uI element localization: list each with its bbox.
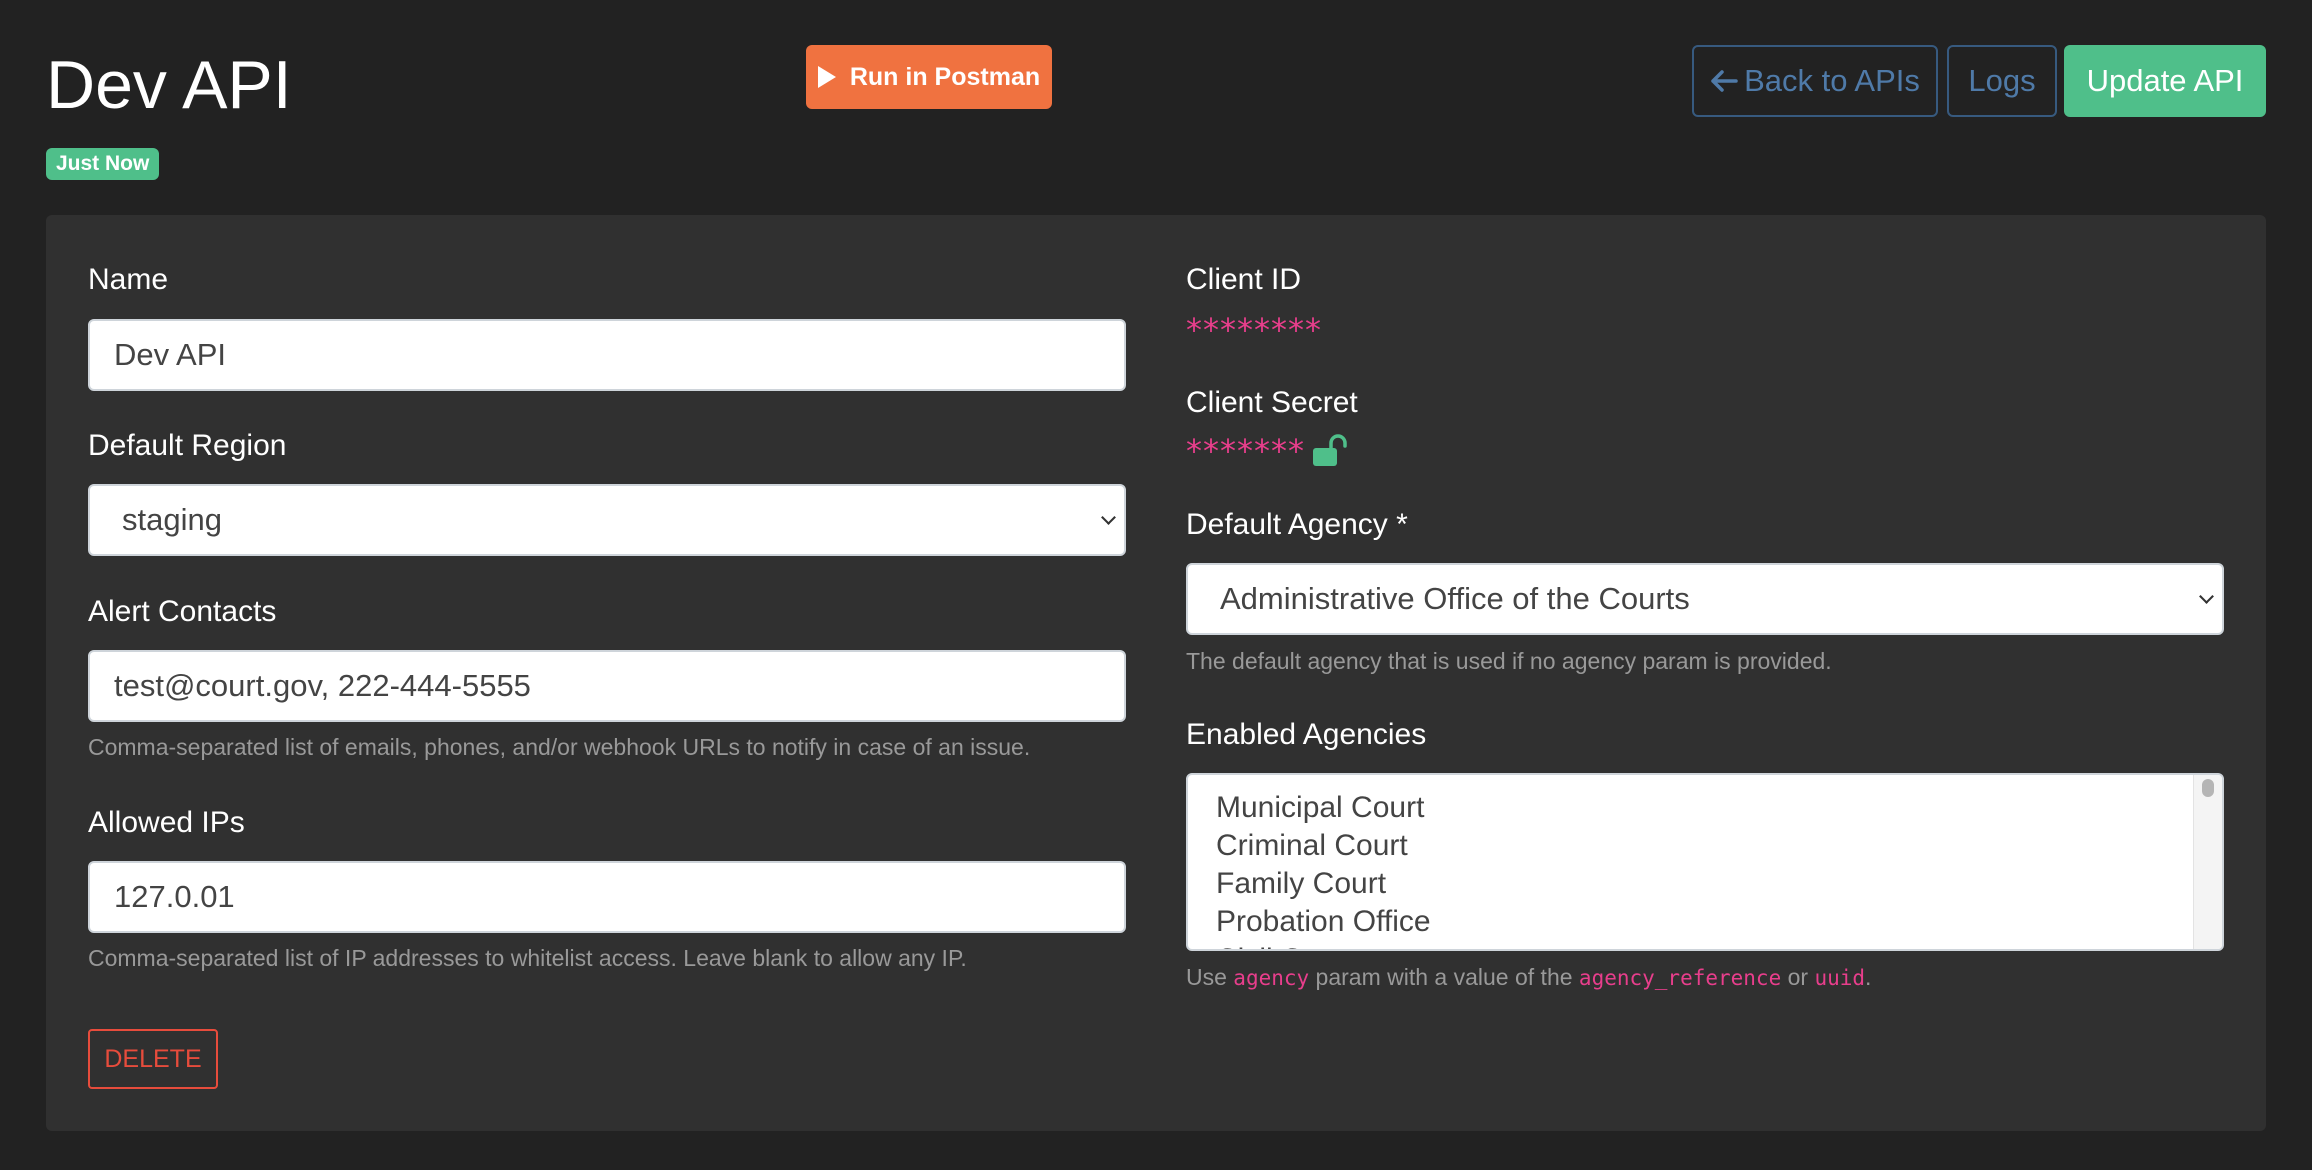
unlock-icon[interactable] bbox=[1311, 434, 1347, 468]
code-uuid: uuid bbox=[1814, 966, 1866, 990]
allowed-ips-help: Comma-separated list of IP addresses to … bbox=[88, 945, 967, 971]
name-input-value: Dev API bbox=[114, 337, 226, 372]
scrollbar-thumb[interactable] bbox=[2202, 779, 2214, 797]
listbox-scrollbar[interactable] bbox=[2193, 775, 2222, 949]
arrow-left-icon bbox=[1710, 69, 1738, 93]
default-agency-select[interactable]: Administrative Office of the Courts bbox=[1186, 563, 2224, 635]
page: Dev API Just Now Run in Postman Back to … bbox=[0, 0, 2312, 1170]
page-title: Dev API bbox=[46, 47, 292, 123]
help-text: param with a value of the bbox=[1309, 964, 1579, 990]
allowed-ips-input[interactable]: 127.0.01 bbox=[88, 861, 1126, 933]
agency-option[interactable]: Family Court bbox=[1216, 865, 1386, 903]
updated-badge: Just Now bbox=[46, 148, 160, 180]
play-icon bbox=[817, 66, 836, 88]
code-agency-reference: agency_reference bbox=[1578, 966, 1782, 990]
default-agency-help: The default agency that is used if no ag… bbox=[1186, 648, 1832, 674]
code-agency: agency bbox=[1233, 966, 1310, 990]
default-agency-label: Default Agency * bbox=[1186, 508, 1408, 541]
help-text: . bbox=[1865, 964, 1872, 990]
run-in-postman-label: Run in Postman bbox=[849, 62, 1041, 91]
allowed-ips-value: 127.0.01 bbox=[114, 879, 235, 914]
agency-option[interactable]: Criminal Court bbox=[1216, 827, 1408, 865]
chevron-down-icon bbox=[2199, 589, 2214, 604]
client-secret-label: Client Secret bbox=[1186, 386, 1358, 419]
default-region-value: staging bbox=[122, 502, 222, 537]
client-id-value: ******** bbox=[1186, 311, 1322, 349]
update-api-button[interactable]: Update API bbox=[2064, 45, 2266, 117]
chevron-down-icon bbox=[1101, 510, 1116, 525]
alert-contacts-input[interactable]: test@court.gov, 222-444-5555 bbox=[88, 650, 1126, 722]
agency-option[interactable]: Municipal Court bbox=[1216, 789, 1424, 827]
alert-contacts-help: Comma-separated list of emails, phones, … bbox=[88, 734, 1031, 760]
alert-contacts-label: Alert Contacts bbox=[88, 595, 277, 628]
delete-button[interactable]: DELETE bbox=[88, 1029, 218, 1089]
default-agency-value: Administrative Office of the Courts bbox=[1220, 581, 1690, 616]
enabled-agencies-label: Enabled Agencies bbox=[1186, 718, 1427, 751]
enabled-agencies-listbox[interactable]: Municipal Court Criminal Court Family Co… bbox=[1186, 773, 2224, 951]
help-text: or bbox=[1781, 964, 1815, 990]
agency-option[interactable]: Civil Court bbox=[1216, 941, 1354, 949]
back-to-apis-button[interactable]: Back to APIs bbox=[1692, 45, 1938, 117]
name-input[interactable]: Dev API bbox=[88, 319, 1126, 391]
logs-button[interactable]: Logs bbox=[1947, 45, 2057, 117]
default-region-select[interactable]: staging bbox=[88, 484, 1126, 556]
agency-option[interactable]: Probation Office bbox=[1216, 903, 1431, 941]
run-in-postman-button[interactable]: Run in Postman bbox=[806, 45, 1052, 109]
name-label: Name bbox=[88, 263, 169, 296]
allowed-ips-label: Allowed IPs bbox=[88, 806, 245, 839]
client-secret-row: ******* bbox=[1186, 431, 1347, 471]
client-id-label: Client ID bbox=[1186, 263, 1302, 296]
default-region-label: Default Region bbox=[88, 429, 287, 462]
alert-contacts-value: test@court.gov, 222-444-5555 bbox=[114, 668, 531, 703]
help-text: Use bbox=[1186, 964, 1234, 990]
enabled-agencies-help: Use agency param with a value of the age… bbox=[1186, 962, 1871, 993]
back-to-apis-label: Back to APIs bbox=[1744, 63, 1920, 98]
client-secret-value: ******* bbox=[1186, 432, 1305, 470]
